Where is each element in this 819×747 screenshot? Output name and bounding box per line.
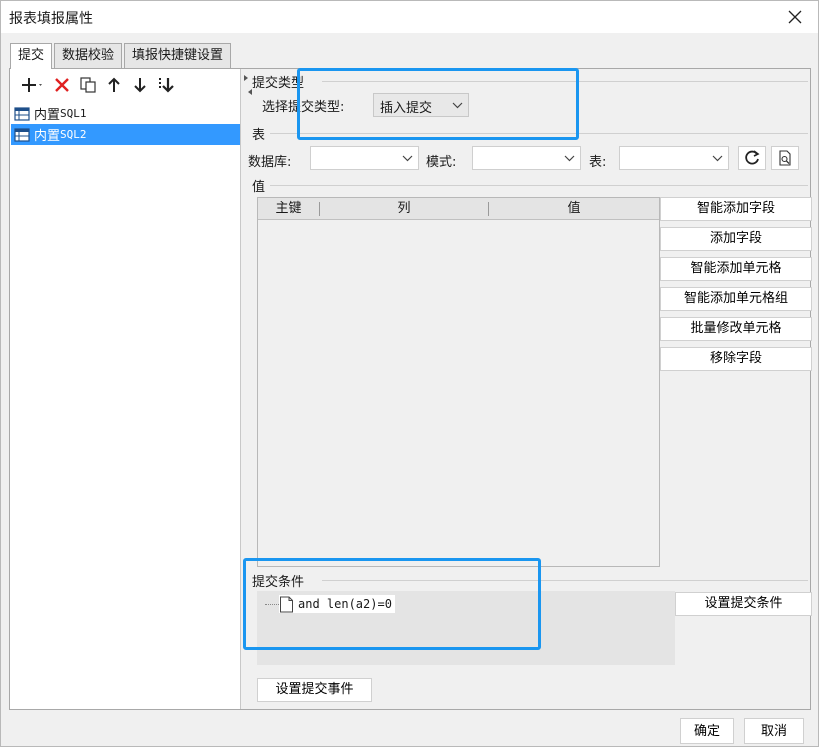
table-label: 表: bbox=[589, 155, 607, 170]
set-submit-condition-button[interactable]: 设置提交条件 bbox=[675, 592, 812, 616]
list-item-suffix: SQL2 bbox=[60, 128, 87, 141]
field-table-header: 主键 列 值 bbox=[258, 198, 659, 220]
title-bar: 报表填报属性 bbox=[1, 1, 818, 33]
tab-data-validation[interactable]: 数据校验 bbox=[54, 43, 123, 68]
batch-modify-cells-button[interactable]: 批量修改单元格 bbox=[660, 317, 812, 341]
list-item-prefix: 内置 bbox=[34, 129, 61, 144]
copy-button[interactable] bbox=[76, 73, 100, 97]
column-header-primary-key[interactable]: 主键 bbox=[258, 198, 319, 219]
mode-label: 模式: bbox=[426, 155, 457, 170]
condition-section-label: 提交条件 bbox=[252, 575, 305, 590]
delete-icon bbox=[55, 78, 69, 92]
move-up-button[interactable] bbox=[102, 73, 126, 97]
condition-tree: and len(a2)=0 bbox=[257, 591, 675, 665]
delete-button[interactable] bbox=[50, 73, 74, 97]
chevron-down-icon bbox=[706, 147, 728, 169]
cancel-button[interactable]: 取消 bbox=[744, 718, 804, 744]
move-down-icon bbox=[134, 78, 146, 93]
submit-type-label: 选择提交类型: bbox=[262, 100, 345, 115]
move-bottom-button[interactable] bbox=[154, 73, 178, 97]
table-section-label: 表 bbox=[252, 128, 266, 143]
refresh-button[interactable] bbox=[738, 146, 766, 170]
remove-field-button[interactable]: 移除字段 bbox=[660, 347, 812, 371]
table-select[interactable] bbox=[619, 146, 729, 170]
column-header-value[interactable]: 值 bbox=[489, 198, 659, 219]
column-header-column[interactable]: 列 bbox=[320, 198, 488, 219]
refresh-icon bbox=[745, 150, 760, 165]
list-item-prefix: 内置 bbox=[34, 108, 61, 123]
condition-expression: and len(a2)=0 bbox=[298, 597, 392, 611]
chevron-down-icon bbox=[396, 147, 418, 169]
smart-add-cell-button[interactable]: 智能添加单元格 bbox=[660, 257, 812, 281]
add-field-button[interactable]: 添加字段 bbox=[660, 227, 812, 251]
submit-settings-pane: 提交类型 选择提交类型: 插入提交 表 数据库: 模式: 表: 值 主键 列 值… bbox=[248, 69, 812, 709]
dialog-window: 报表填报属性 提交 数据校验 填报快捷键设置 内置 SQL1 内置 SQL2 提… bbox=[0, 0, 819, 747]
tab-submit[interactable]: 提交 bbox=[10, 43, 53, 69]
submit-type-section-label: 提交类型 bbox=[252, 76, 305, 91]
database-select[interactable] bbox=[310, 146, 419, 170]
sql-list: 内置 SQL1 内置 SQL2 bbox=[11, 103, 240, 145]
chevron-down-icon bbox=[446, 94, 468, 116]
close-button[interactable] bbox=[772, 1, 818, 33]
list-item-suffix: SQL1 bbox=[60, 107, 87, 120]
preview-table-button[interactable] bbox=[771, 146, 799, 170]
sql-table-icon bbox=[14, 127, 30, 142]
database-label: 数据库: bbox=[248, 155, 292, 170]
move-up-icon bbox=[108, 77, 120, 92]
tab-strip: 提交 数据校验 填报快捷键设置 bbox=[10, 43, 233, 69]
field-table: 主键 列 值 bbox=[257, 197, 660, 567]
close-icon bbox=[788, 10, 802, 24]
submit-type-select[interactable]: 插入提交 bbox=[373, 93, 469, 117]
list-toolbar bbox=[10, 69, 241, 101]
list-item-sql1[interactable]: 内置 SQL1 bbox=[11, 103, 240, 124]
document-icon bbox=[280, 596, 293, 612]
copy-icon bbox=[80, 77, 96, 93]
smart-add-field-button[interactable]: 智能添加字段 bbox=[660, 197, 812, 221]
list-item-sql2[interactable]: 内置 SQL2 bbox=[11, 124, 240, 145]
condition-item[interactable]: and len(a2)=0 bbox=[279, 595, 395, 613]
submit-type-value: 插入提交 bbox=[380, 101, 433, 116]
add-button[interactable] bbox=[18, 73, 48, 97]
move-bottom-icon bbox=[159, 78, 174, 93]
sql-table-icon bbox=[14, 106, 30, 121]
window-title: 报表填报属性 bbox=[9, 11, 93, 27]
sql-list-pane: 内置 SQL1 内置 SQL2 bbox=[10, 69, 241, 709]
preview-icon bbox=[779, 150, 791, 166]
ok-button[interactable]: 确定 bbox=[680, 718, 734, 744]
add-icon bbox=[22, 78, 42, 92]
smart-add-cell-group-button[interactable]: 智能添加单元格组 bbox=[660, 287, 812, 311]
value-section-label: 值 bbox=[252, 180, 266, 195]
mode-select[interactable] bbox=[472, 146, 581, 170]
set-submit-event-button[interactable]: 设置提交事件 bbox=[257, 678, 372, 702]
chevron-down-icon bbox=[558, 147, 580, 169]
move-down-button[interactable] bbox=[128, 73, 152, 97]
tab-shortcut-settings[interactable]: 填报快捷键设置 bbox=[124, 43, 232, 68]
tab-content: 内置 SQL1 内置 SQL2 提交类型 选择提交类型: 插入提交 表 数据库:… bbox=[9, 68, 812, 710]
